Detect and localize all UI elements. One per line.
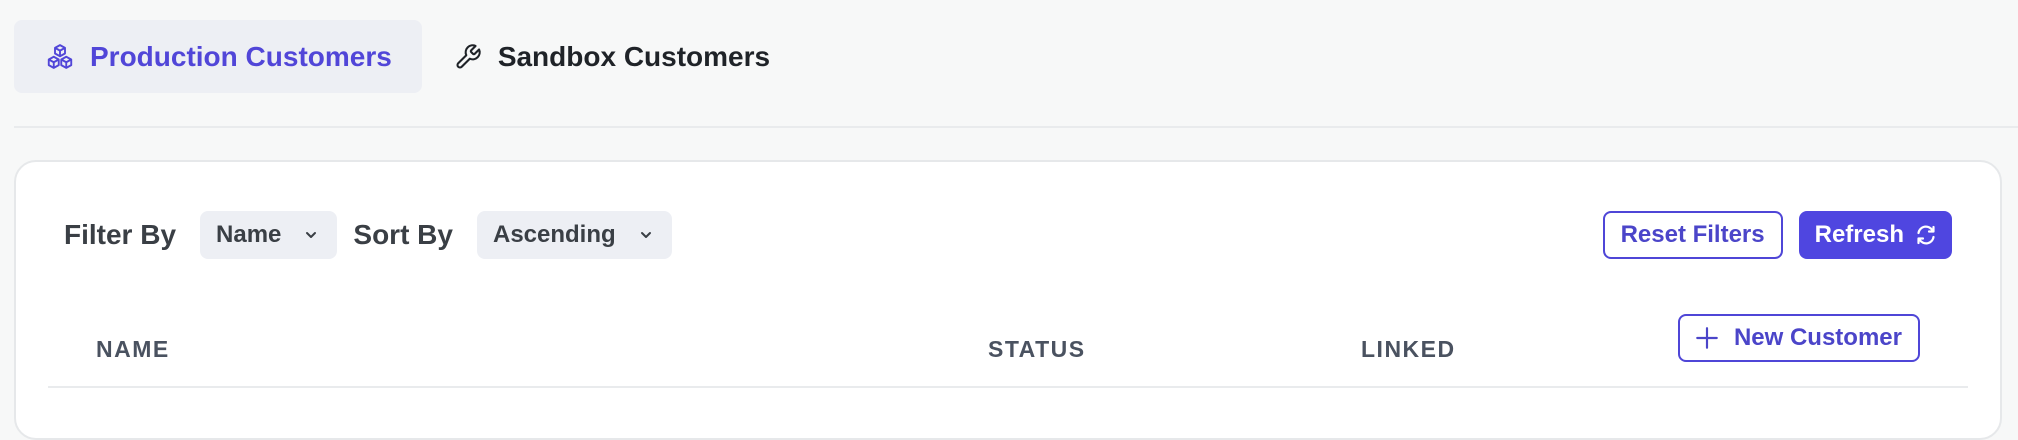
refresh-icon — [1914, 223, 1938, 247]
refresh-button-label: Refresh — [1814, 221, 1904, 248]
reset-filters-button[interactable]: Reset Filters — [1602, 211, 1783, 259]
filter-toolbar: Filter By Name Sort By Ascending Reset F… — [64, 210, 1952, 260]
sort-by-label: Sort By — [353, 219, 453, 250]
tab-sandbox-customers-label: Sandbox Customers — [497, 40, 771, 72]
cubes-icon — [44, 41, 76, 73]
column-header-linked[interactable]: LINKED — [1361, 336, 1456, 363]
filter-by-select[interactable]: Name — [200, 211, 338, 259]
refresh-button[interactable]: Refresh — [1798, 211, 1952, 259]
chevron-down-icon — [303, 227, 319, 243]
filter-by-label: Filter By — [64, 219, 177, 250]
tab-sandbox-customers[interactable]: Sandbox Customers — [422, 20, 800, 93]
sort-by-value: Ascending — [492, 221, 616, 248]
table-header: NAME STATUS LINKED New Customer — [48, 314, 1968, 388]
new-customer-button[interactable]: New Customer — [1677, 314, 1920, 362]
tabs-divider — [14, 126, 2018, 128]
customers-panel: Filter By Name Sort By Ascending Reset F… — [14, 160, 2002, 440]
customer-tabs: Production Customers Sandbox Customers — [14, 20, 800, 93]
tab-production-customers[interactable]: Production Customers — [14, 20, 422, 93]
plus-icon — [1694, 325, 1720, 351]
tab-production-customers-label: Production Customers — [90, 40, 392, 72]
column-header-status[interactable]: STATUS — [988, 336, 1086, 363]
filter-by-value: Name — [216, 221, 282, 248]
chevron-down-icon — [638, 227, 654, 243]
new-customer-label: New Customer — [1733, 324, 1902, 351]
column-header-name[interactable]: NAME — [96, 336, 170, 363]
wrench-icon — [452, 41, 484, 73]
sort-by-select[interactable]: Ascending — [476, 211, 672, 259]
